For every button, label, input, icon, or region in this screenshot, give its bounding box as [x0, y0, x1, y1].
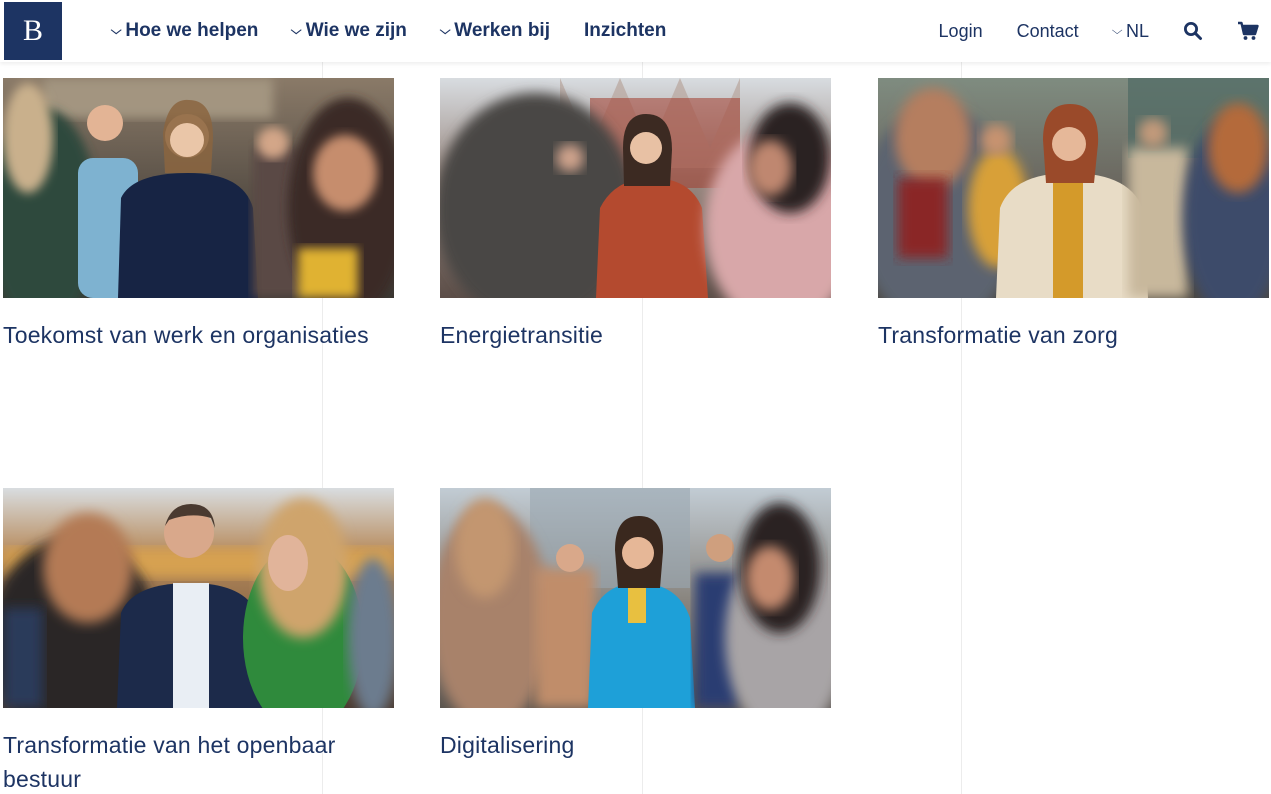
- card-image: [440, 78, 831, 298]
- card-title: Toekomst van werk en organisaties: [3, 322, 369, 348]
- card-digitalisering[interactable]: Digitalisering: [440, 488, 831, 762]
- card-title: Energietransitie: [440, 322, 604, 348]
- nav-label: Wie we zijn: [305, 20, 407, 41]
- card-title: Transformatie van zorg: [878, 322, 1119, 348]
- card-title: Transformatie van het openbaar bestuur: [3, 732, 336, 792]
- search-icon: [1184, 22, 1202, 40]
- card-transformatie-van-zorg[interactable]: Transformatie van zorg: [878, 78, 1269, 352]
- language-selector[interactable]: ⌵ NL: [1111, 20, 1149, 42]
- nav-label: Hoe we helpen: [125, 20, 259, 41]
- contact-link[interactable]: Contact: [1017, 21, 1079, 42]
- nav-label: Inzichten: [583, 20, 667, 41]
- card-toekomst-van-werk[interactable]: Toekomst van werk en organisaties: [3, 78, 394, 352]
- cart-icon: [1238, 21, 1259, 40]
- card-image: [3, 78, 394, 298]
- login-link[interactable]: Login: [939, 21, 983, 42]
- card-image: [3, 488, 394, 708]
- chevron-down-icon: ⌵: [291, 24, 302, 37]
- logo[interactable]: B: [4, 2, 62, 60]
- nav-item-werken-bij[interactable]: ⌵ Werken bij: [439, 20, 550, 42]
- card-title: Digitalisering: [440, 732, 575, 758]
- chevron-down-icon: ⌵: [110, 24, 122, 37]
- card-image: [440, 488, 831, 708]
- nav-item-hoe-we-helpen[interactable]: ⌵ Hoe we helpen: [110, 20, 259, 42]
- nav-item-inzichten[interactable]: Inzichten: [584, 20, 666, 42]
- site-header: B ⌵ Hoe we helpen ⌵ Wie we zijn ⌵ Werken…: [0, 0, 1271, 62]
- card-transformatie-openbaar-bestuur[interactable]: Transformatie van het openbaar bestuur: [3, 488, 394, 794]
- search-button[interactable]: [1183, 21, 1203, 41]
- cart-button[interactable]: [1237, 21, 1259, 41]
- nav-label: Werken bij: [454, 20, 550, 41]
- language-label: NL: [1125, 20, 1149, 41]
- nav-item-wie-we-zijn[interactable]: ⌵ Wie we zijn: [291, 20, 407, 42]
- utility-navigation: Login Contact ⌵ NL: [905, 0, 1259, 62]
- chevron-down-icon: ⌵: [1111, 24, 1123, 37]
- card-energietransitie[interactable]: Energietransitie: [440, 78, 831, 352]
- chevron-down-icon: ⌵: [439, 24, 451, 37]
- card-image: [878, 78, 1269, 298]
- main-navigation: ⌵ Hoe we helpen ⌵ Wie we zijn ⌵ Werken b…: [110, 0, 700, 62]
